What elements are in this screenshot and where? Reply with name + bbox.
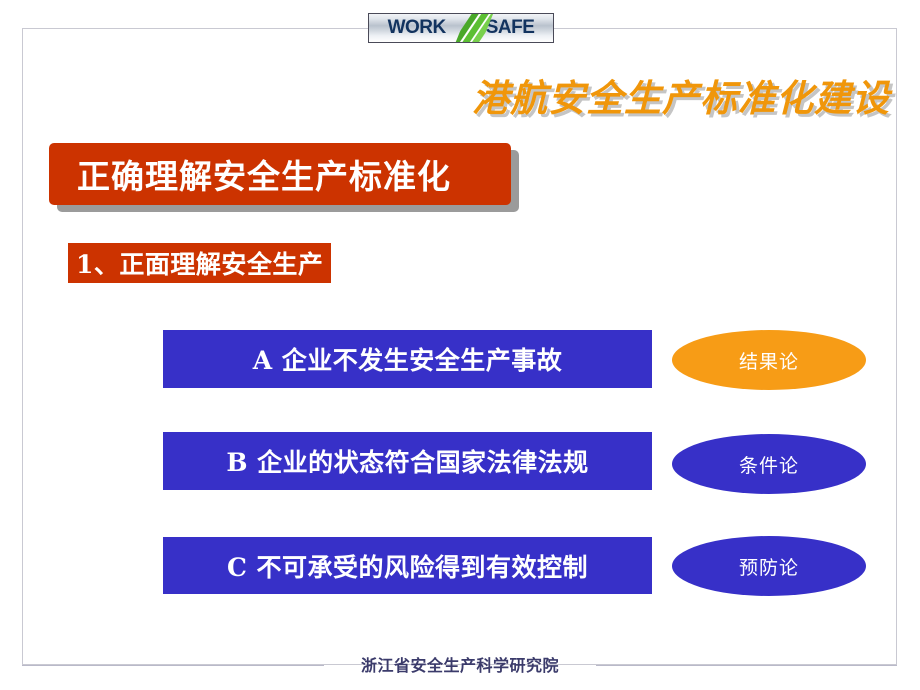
tag-ellipse-b: 条件论 <box>672 434 866 494</box>
footer-rule-left <box>22 665 324 666</box>
tag-label-b: 条件论 <box>738 454 799 477</box>
statement-box-c: C 不可承受的风险得到有效控制 <box>163 537 652 594</box>
logo-rule-right <box>554 28 897 29</box>
tag-ellipse-a: 结果论 <box>672 330 866 390</box>
tag-label-c: 预防论 <box>738 556 799 579</box>
logo-word-work: WORK <box>387 17 447 38</box>
footer-rule-right <box>596 665 897 666</box>
statement-label-b: B 企业的状态符合国家法律法规 <box>226 448 589 477</box>
presentation-slide: WORK SAFE 港航安全生产标准化建设 正确理解安全生产标准化 1、正面理解… <box>0 0 920 690</box>
statement-label-a: A 企业不发生安全生产事故 <box>252 346 563 375</box>
tag-ellipse-c: 预防论 <box>672 536 866 596</box>
subsection-heading: 1、正面理解安全生产 <box>68 243 332 283</box>
statement-box-a: A 企业不发生安全生产事故 <box>163 330 652 388</box>
statement-label-c: C 不可承受的风险得到有效控制 <box>226 552 589 582</box>
worksafe-logo: WORK SAFE <box>368 13 554 43</box>
logo-rule-left <box>22 28 368 29</box>
section-banner: 正确理解安全生产标准化 <box>49 143 511 205</box>
tag-label-a: 结果论 <box>738 350 799 373</box>
section-banner-label: 正确理解安全生产标准化 <box>77 157 451 196</box>
subsection-heading-label: 1、正面理解安全生产 <box>76 250 324 279</box>
page-title: 港航安全生产标准化建设 <box>472 77 890 120</box>
footer-label: 浙江省安全生产科学研究院 <box>360 656 559 675</box>
statement-box-b: B 企业的状态符合国家法律法规 <box>163 432 652 490</box>
